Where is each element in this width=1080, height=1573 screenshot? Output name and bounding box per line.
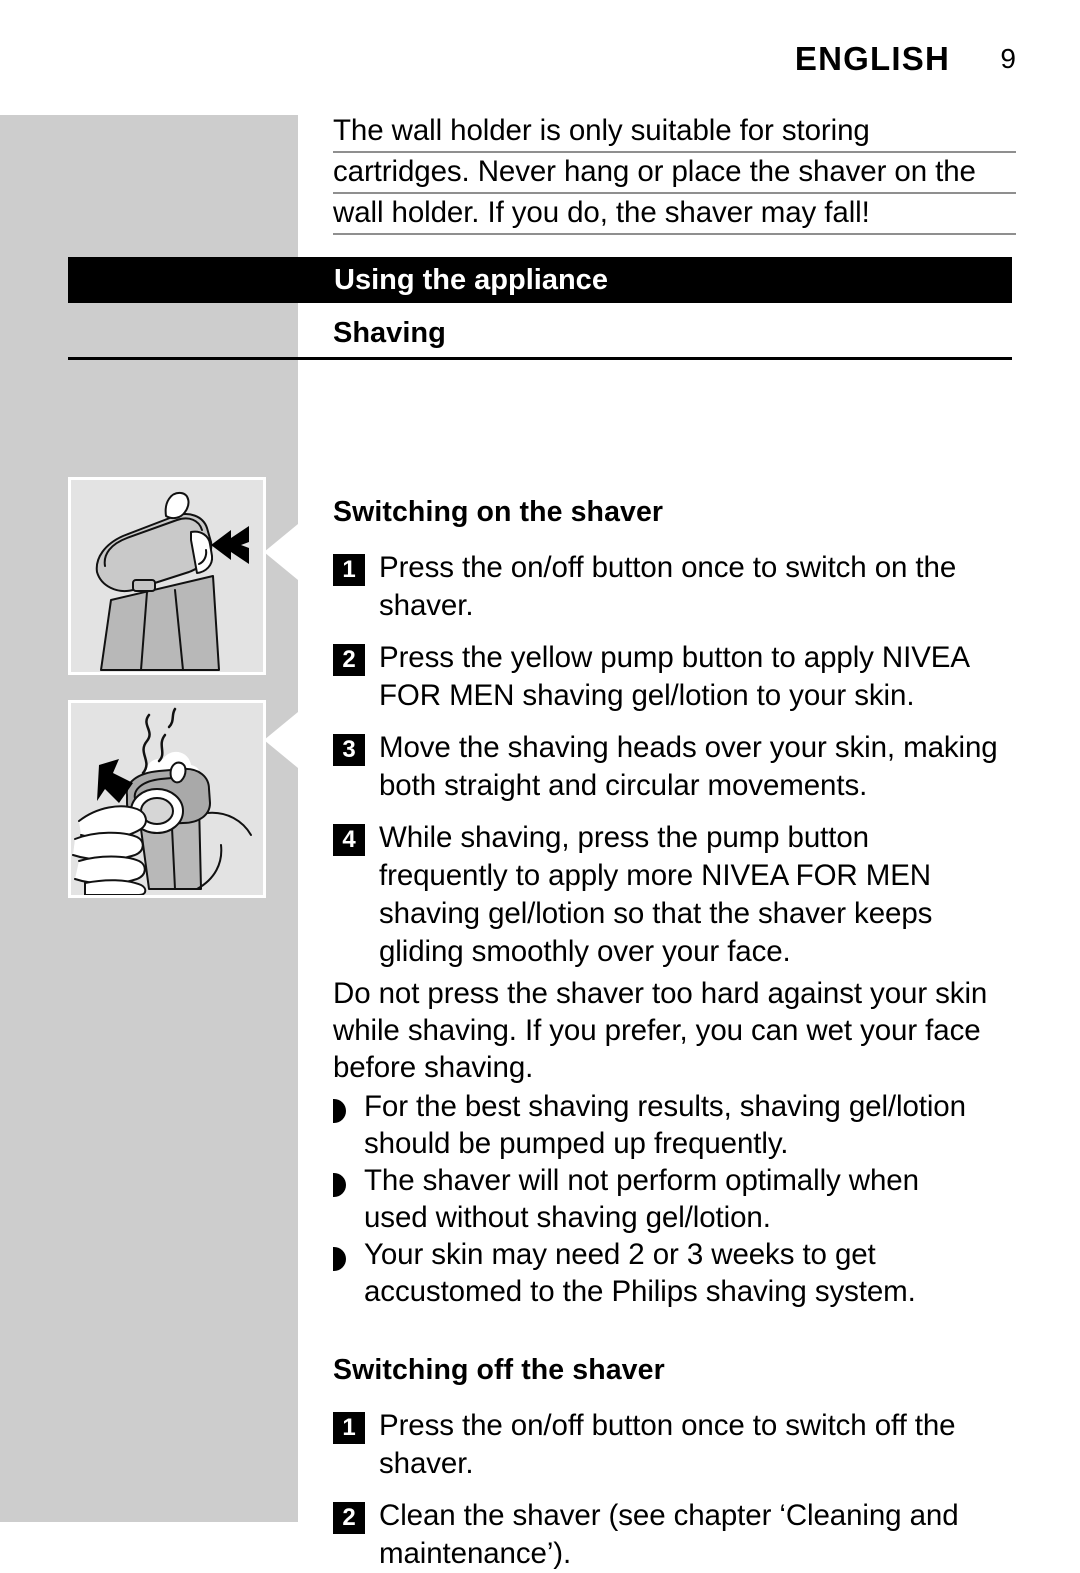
page-number: 9: [1000, 43, 1016, 74]
figure-shaver-on-off-button: [68, 477, 266, 675]
chapter-title-rule: [68, 357, 1012, 360]
step-line: shaver.: [379, 589, 474, 622]
warning-line: wall holder. If you do, the shaver may f…: [333, 194, 1016, 235]
step-text: Clean the shaver (see chapter ‘Cleaning …: [379, 1497, 959, 1573]
tip-line: used without shaving gel/lotion.: [364, 1201, 771, 1234]
warning-line: cartridges. Never hang or place the shav…: [333, 153, 1016, 194]
step-number-badge: 2: [333, 644, 365, 676]
tip-line: accustomed to the Philips shaving system…: [364, 1275, 916, 1308]
step-line: gliding smoothly over your face.: [379, 935, 791, 968]
step-text: Press the on/off button once to switch o…: [379, 549, 956, 625]
step-item: 2 Press the yellow pump button to apply …: [333, 639, 1016, 715]
tip-text: For the best shaving results, shaving ge…: [364, 1088, 966, 1162]
note-line: while shaving. If you prefer, you can we…: [333, 1014, 981, 1047]
half-disc-bullet-icon: [333, 1173, 346, 1197]
tip-item: For the best shaving results, shaving ge…: [333, 1088, 1016, 1162]
heading-switching-off: Switching off the shaver: [333, 1354, 665, 1386]
step-line: Press the yellow pump button to apply NI…: [379, 641, 970, 674]
note-line: before shaving.: [333, 1051, 534, 1084]
step-text: Move the shaving heads over your skin, m…: [379, 729, 998, 805]
step-text: Press the yellow pump button to apply NI…: [379, 639, 970, 715]
step-item: 1 Press the on/off button once to switch…: [333, 1407, 1016, 1483]
note-paragraph: Do not press the shaver too hard against…: [333, 975, 1016, 1086]
step-item: 3 Move the shaving heads over your skin,…: [333, 729, 1016, 805]
step-line: Move the shaving heads over your skin, m…: [379, 731, 998, 764]
half-disc-bullet-icon: [333, 1099, 346, 1123]
tip-line: Your skin may need 2 or 3 weeks to get: [364, 1238, 876, 1271]
step-number-badge: 1: [333, 1412, 365, 1444]
step-line: Clean the shaver (see chapter ‘Cleaning …: [379, 1499, 959, 1532]
step-line: FOR MEN shaving gel/lotion to your skin.: [379, 679, 915, 712]
step-line: shaving gel/lotion so that the shaver ke…: [379, 897, 933, 930]
step-item: 2 Clean the shaver (see chapter ‘Cleanin…: [333, 1497, 1016, 1573]
tip-text: The shaver will not perform optimally wh…: [364, 1162, 919, 1236]
step-line: Press the on/off button once to switch o…: [379, 1409, 956, 1442]
step-number-badge: 1: [333, 554, 365, 586]
chapter-title: Shaving: [333, 317, 446, 349]
step-line: Press the on/off button once to switch o…: [379, 551, 957, 584]
step-line: shaver.: [379, 1447, 474, 1480]
section-title: Using the appliance: [334, 263, 608, 296]
tip-line: should be pumped up frequently.: [364, 1127, 789, 1160]
step-number-badge: 3: [333, 734, 365, 766]
tip-line: The shaver will not perform optimally wh…: [364, 1164, 919, 1197]
step-text: While shaving, press the pump button fre…: [379, 819, 932, 971]
step-number-badge: 2: [333, 1502, 365, 1534]
heading-switching-on: Switching on the shaver: [333, 496, 664, 528]
note-line: Do not press the shaver too hard against…: [333, 977, 988, 1010]
header-language-label: ENGLISH: [794, 40, 950, 77]
tip-item: Your skin may need 2 or 3 weeks to get a…: [333, 1236, 1016, 1310]
figure-hand-pressing-pump-button: [68, 700, 266, 898]
step-number-badge: 4: [333, 824, 365, 856]
tip-item: The shaver will not perform optimally wh…: [333, 1162, 1016, 1236]
step-text: Press the on/off button once to switch o…: [379, 1407, 956, 1483]
step-item: 1 Press the on/off button once to switch…: [333, 549, 1016, 625]
step-line: frequently to apply more NIVEA FOR MEN: [379, 859, 931, 892]
warning-paragraph: The wall holder is only suitable for sto…: [333, 112, 1016, 235]
page-header: ENGLISH 9: [0, 36, 1016, 82]
tip-text: Your skin may need 2 or 3 weeks to get a…: [364, 1236, 916, 1310]
step-item: 4 While shaving, press the pump button f…: [333, 819, 1016, 971]
section-title-bar: Using the appliance: [68, 257, 1012, 303]
step-line: While shaving, press the pump button: [379, 821, 869, 854]
half-disc-bullet-icon: [333, 1247, 346, 1271]
warning-line: The wall holder is only suitable for sto…: [333, 112, 1016, 153]
tip-line: For the best shaving results, shaving ge…: [364, 1090, 966, 1123]
step-line: maintenance’).: [379, 1537, 572, 1570]
step-line: both straight and circular movements.: [379, 769, 868, 802]
